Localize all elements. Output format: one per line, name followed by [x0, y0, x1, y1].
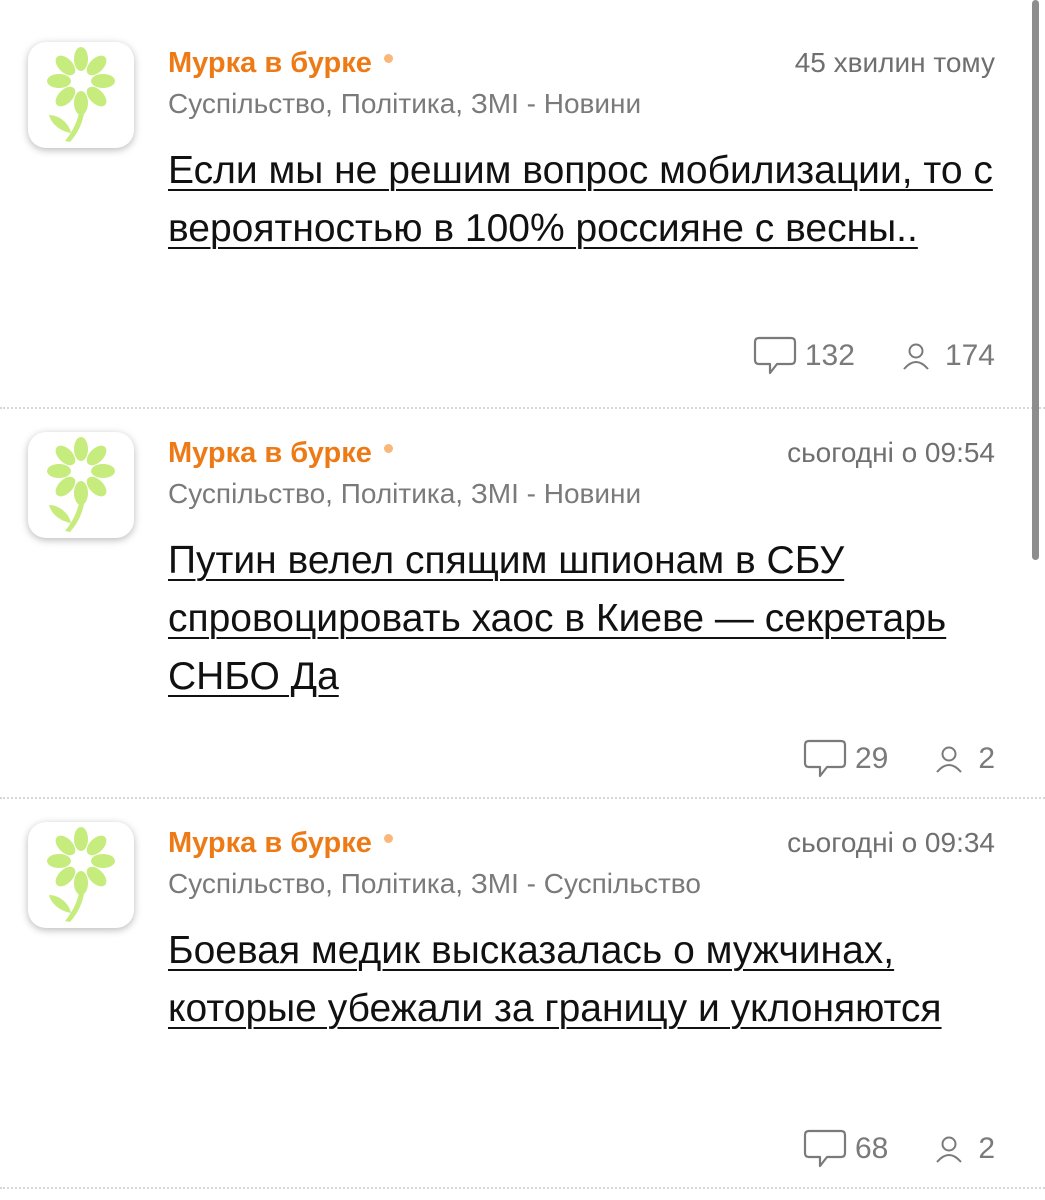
readers-count-value: 2: [978, 1132, 995, 1165]
flower-icon: [47, 827, 115, 922]
post-header: Мурка в бурке 45 хвилин тому: [168, 44, 995, 82]
readers-count[interactable]: 174: [901, 339, 995, 373]
author-name: Мурка в бурке: [168, 46, 372, 79]
flower-icon: [47, 47, 115, 142]
post-item: Мурка в бурке сьогодні о 09:34 Суспільст…: [0, 799, 1045, 1189]
comments-count[interactable]: 68: [803, 1129, 888, 1169]
post-title-link[interactable]: Боевая медик высказалась о мужчинах, кот…: [168, 922, 995, 1038]
author-link[interactable]: Мурка в бурке: [168, 827, 393, 860]
person-icon: [903, 343, 929, 370]
person-icon: [936, 1136, 963, 1163]
author-link[interactable]: Мурка в бурке: [168, 437, 393, 470]
post-feed: Мурка в бурке 45 хвилин тому Суспільство…: [0, 0, 1045, 1189]
comments-count-value: 68: [854, 1132, 889, 1165]
post-content: Мурка в бурке 45 хвилин тому Суспільство…: [168, 44, 995, 258]
online-status-dot: [383, 53, 393, 63]
post-header: Мурка в бурке сьогодні о 09:54: [168, 434, 995, 472]
post-header: Мурка в бурке сьогодні о 09:34: [168, 824, 995, 862]
speech-bubble-icon: [803, 739, 847, 778]
flower-icon: [47, 437, 115, 532]
post-time: 45 хвилин тому: [794, 47, 995, 78]
post-category[interactable]: Суспільство, Політика, ЗМІ - Суспільство: [168, 868, 995, 900]
post-item: Мурка в бурке сьогодні о 09:54 Суспільст…: [0, 409, 1045, 799]
post-title-link[interactable]: Путин велел спящим шпионам в СБУ спровоц…: [168, 532, 995, 706]
readers-count-value: 2: [978, 742, 995, 775]
readers-count-value: 174: [944, 339, 995, 372]
post-category[interactable]: Суспільство, Політика, ЗМІ - Новини: [168, 478, 995, 510]
avatar[interactable]: [28, 42, 134, 148]
post-stats: 68 2: [803, 1129, 995, 1169]
post-title-link[interactable]: Если мы не решим вопрос мобилизации, то …: [168, 142, 995, 258]
post-stats: 29 2: [803, 739, 995, 779]
author-name: Мурка в бурке: [168, 826, 372, 859]
comments-count[interactable]: 132: [753, 336, 855, 376]
speech-bubble-icon: [753, 336, 796, 375]
post-stats: 132 174: [753, 336, 995, 376]
readers-count[interactable]: 2: [934, 1132, 995, 1166]
post-item: Мурка в бурке 45 хвилин тому Суспільство…: [0, 0, 1045, 409]
online-status-dot: [383, 443, 393, 453]
comments-count-value: 132: [804, 339, 855, 372]
comments-count[interactable]: 29: [803, 739, 888, 779]
post-time: сьогодні о 09:34: [787, 827, 995, 858]
author-name: Мурка в бурке: [168, 436, 372, 469]
avatar[interactable]: [28, 432, 134, 538]
comments-count-value: 29: [854, 742, 889, 775]
post-content: Мурка в бурке сьогодні о 09:54 Суспільст…: [168, 434, 995, 706]
speech-bubble-icon: [803, 1129, 847, 1168]
person-icon: [936, 746, 963, 773]
post-time: сьогодні о 09:54: [787, 437, 995, 468]
post-category[interactable]: Суспільство, Політика, ЗМІ - Новини: [168, 88, 995, 120]
online-status-dot: [383, 833, 393, 843]
author-link[interactable]: Мурка в бурке: [168, 47, 393, 80]
post-content: Мурка в бурке сьогодні о 09:34 Суспільст…: [168, 824, 995, 1038]
avatar[interactable]: [28, 822, 134, 928]
readers-count[interactable]: 2: [934, 742, 995, 776]
scrollbar[interactable]: [1032, 0, 1039, 560]
